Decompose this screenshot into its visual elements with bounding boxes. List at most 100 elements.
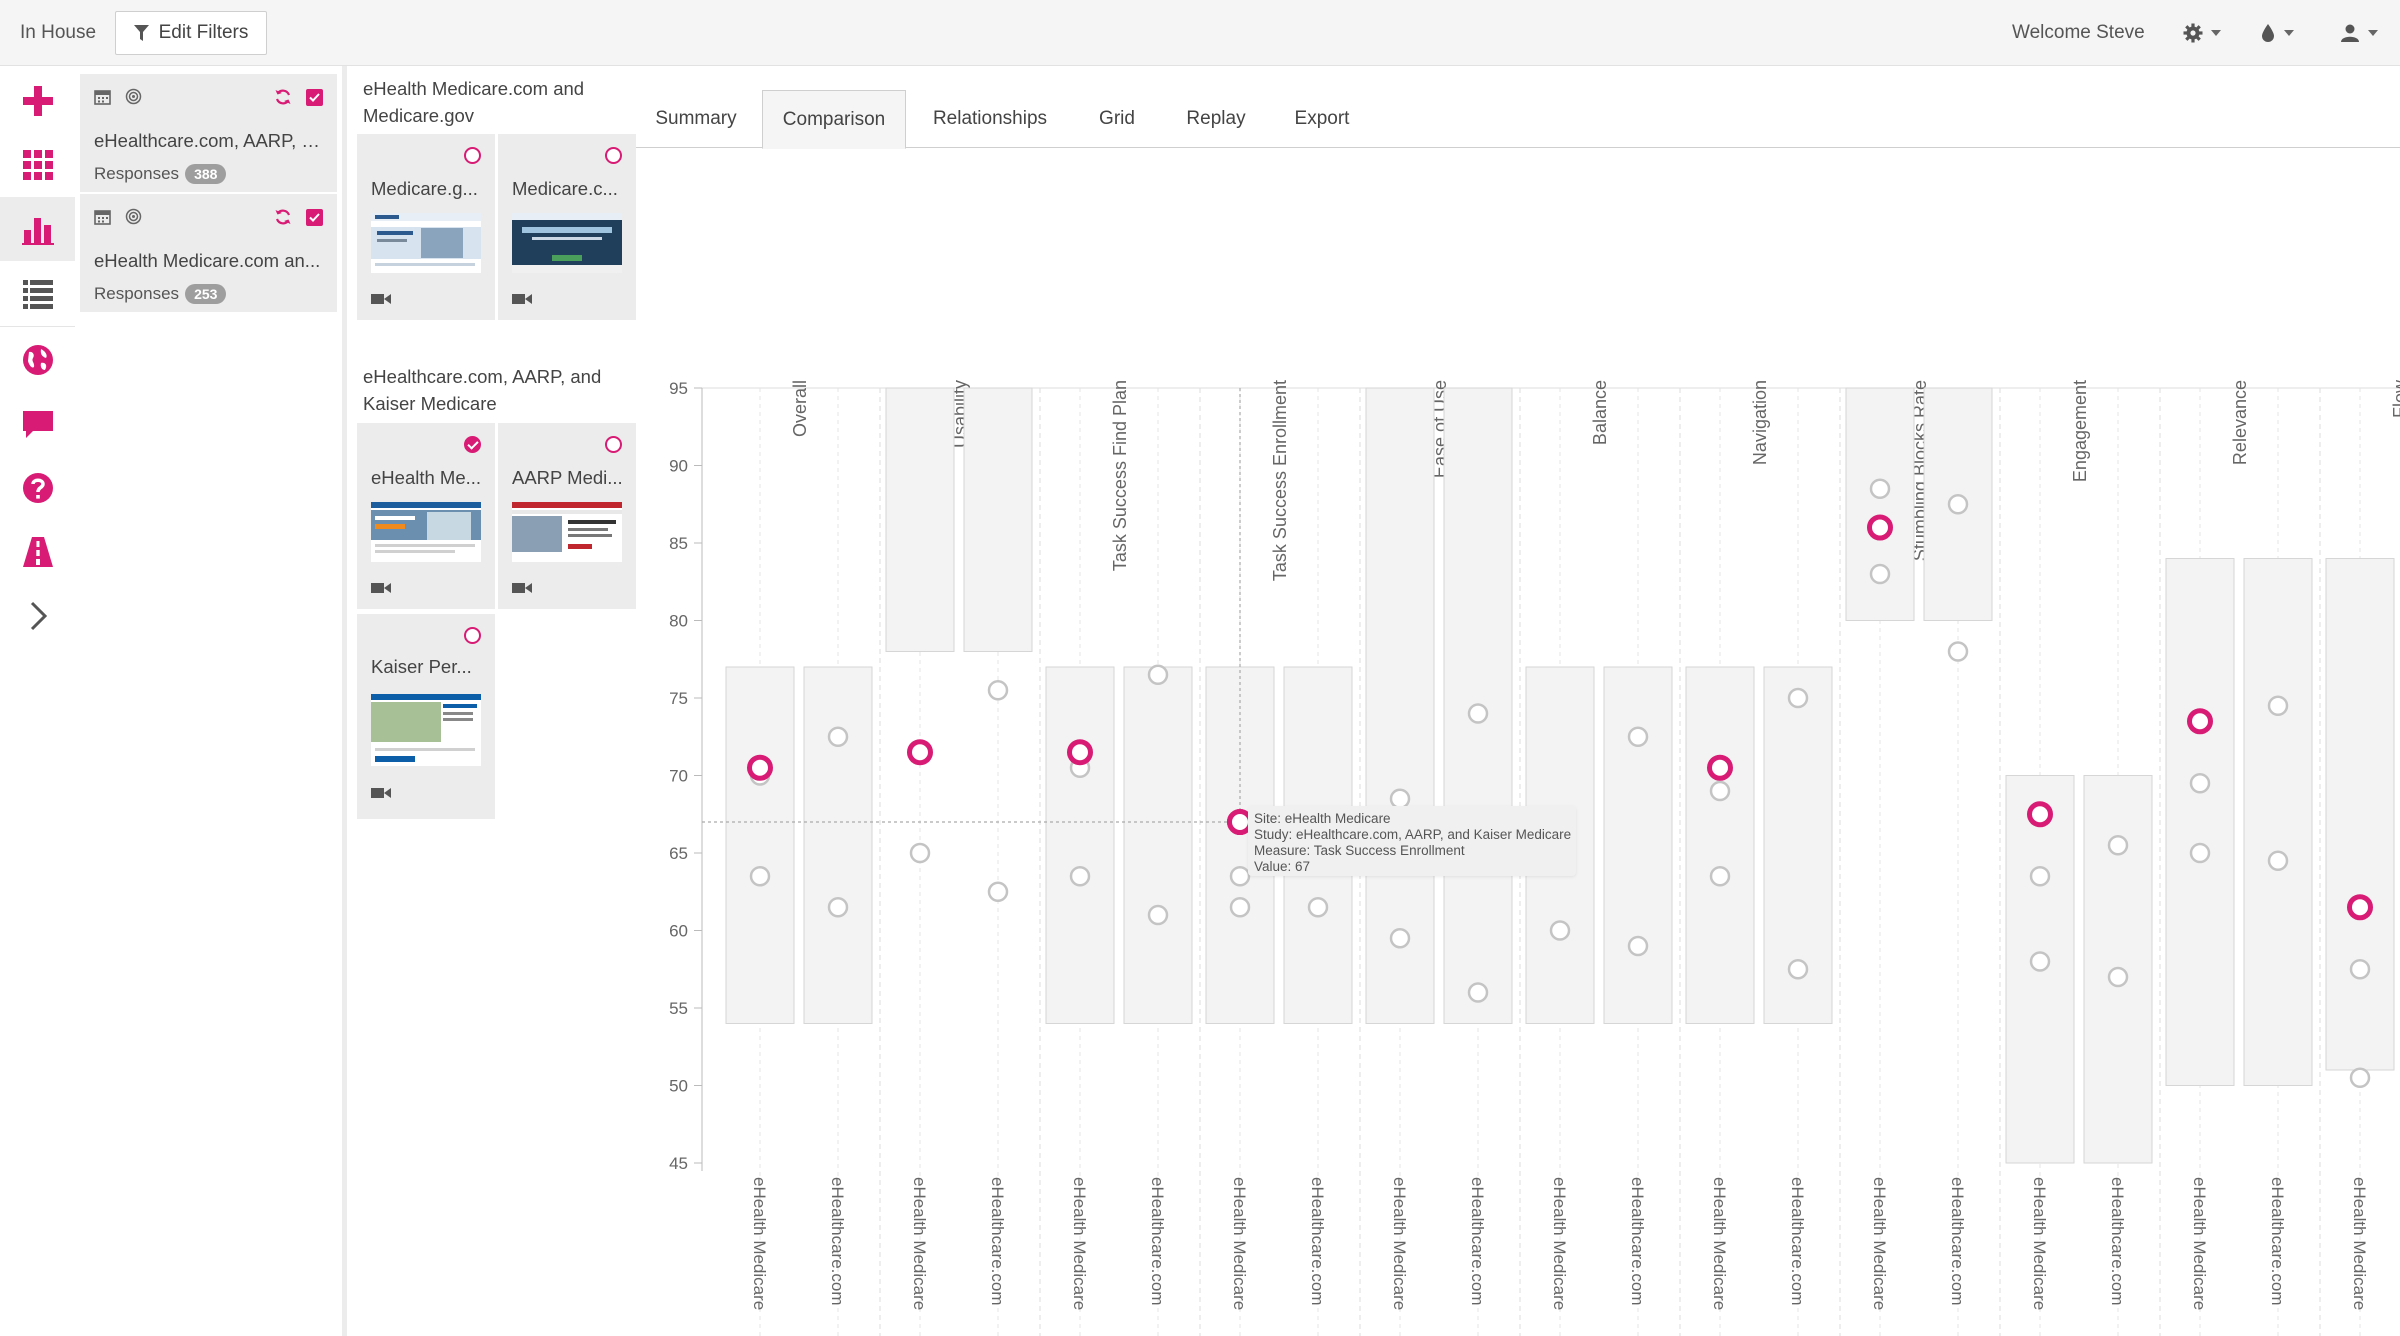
target-icon [125, 208, 142, 225]
data-point [2267, 695, 2289, 716]
data-point [1627, 935, 1649, 957]
data-point [1787, 959, 1809, 980]
data-point [1229, 897, 1251, 918]
tooltip-study: Study: eHealthcare.com, AARP, and Kaiser… [1254, 827, 1572, 842]
data-point [1467, 982, 1489, 1003]
calendar-icon [94, 90, 111, 105]
tab-replay[interactable]: Replay [1166, 90, 1266, 148]
highlight-point [2187, 708, 2213, 735]
data-point [2189, 773, 2211, 794]
column-label: eHealthcare.com [2268, 1177, 2287, 1306]
site-select-toggle[interactable] [605, 147, 622, 164]
column-label: eHealth Medicare [1710, 1177, 1729, 1310]
help-nav[interactable] [0, 456, 75, 520]
range-bar [2165, 558, 2235, 1086]
site-select-toggle[interactable] [464, 627, 481, 644]
video-camera-icon[interactable] [512, 581, 532, 595]
site-select-toggle[interactable] [605, 436, 622, 453]
tooltip-site: Site: eHealth Medicare [1254, 811, 1391, 826]
measure-label: Engagement [2070, 380, 2090, 482]
calendar-icon [94, 210, 111, 225]
video-camera-icon[interactable] [371, 292, 391, 306]
column-label: eHealth Medicare [2350, 1177, 2369, 1310]
view-tabs: Summary Comparison Relationships Grid Re… [636, 90, 2400, 149]
study-checkbox[interactable] [306, 88, 323, 106]
refresh-icon[interactable] [274, 208, 292, 226]
study-card[interactable]: eHealthcare.com, AARP, a... Responses 388 [80, 74, 337, 192]
caret-down-icon [2368, 30, 2378, 36]
video-camera-icon[interactable] [371, 581, 391, 595]
video-camera-icon[interactable] [371, 786, 391, 800]
site-card[interactable]: eHealth Me... [357, 423, 495, 609]
tooltip-measure: Measure: Task Success Enrollment [1254, 843, 1465, 858]
highlight-point [1867, 514, 1893, 541]
site-select-toggle[interactable] [464, 436, 481, 453]
tab-export[interactable]: Export [1272, 90, 1372, 148]
measure-label: Overall [790, 380, 810, 437]
road-icon [22, 537, 53, 567]
roadmap-nav[interactable] [0, 520, 75, 584]
data-point [1947, 494, 1969, 515]
study-card[interactable]: eHealth Medicare.com an... Responses 253 [80, 194, 337, 312]
sites-panel: eHealth Medicare.com and Medicare.gov Me… [352, 66, 636, 1336]
tab-relationships[interactable]: Relationships [912, 90, 1068, 148]
study-checkbox[interactable] [306, 208, 323, 226]
add-study-button[interactable] [0, 69, 75, 133]
add-icon [22, 86, 53, 116]
chart-tooltip: Site: eHealth Medicare Study: eHealthcar… [1248, 806, 1576, 876]
measure-label: Navigation [1750, 380, 1770, 465]
site-thumbnail [512, 213, 622, 273]
dashboard-nav[interactable] [0, 133, 75, 197]
theme-drop-icon [2262, 24, 2274, 42]
data-point [1467, 703, 1489, 724]
data-point [1069, 866, 1091, 887]
study-list-panel: eHealthcare.com, AARP, a... Responses 388… [75, 66, 347, 1336]
site-card[interactable]: Medicare.g... [357, 134, 495, 320]
y-tick-label: 75 [669, 689, 688, 708]
y-tick-label: 85 [669, 534, 688, 553]
column-label: eHealthcare.com [1628, 1177, 1647, 1306]
edit-filters-button[interactable]: Edit Filters [115, 11, 267, 55]
expand-nav-button[interactable] [0, 584, 75, 648]
site-card[interactable]: AARP Medi... [498, 423, 636, 609]
refresh-icon[interactable] [274, 88, 292, 106]
data-point [749, 866, 771, 887]
comparison-chart-svg: 95 90 85 80 75 70 65 60 55 50 45 Overall eHealth Med… [669, 379, 2400, 1336]
data-point [909, 842, 931, 864]
nav-rail [0, 66, 75, 1336]
data-point [2029, 866, 2051, 887]
data-point [2029, 951, 2051, 972]
video-camera-icon[interactable] [512, 292, 532, 306]
tab-comparison[interactable]: Comparison [762, 90, 906, 149]
user-dropdown[interactable] [2340, 20, 2378, 46]
responses-label: Responses [94, 164, 180, 183]
y-tick-label: 90 [669, 457, 688, 476]
column-label: eHealthcare.com [2108, 1177, 2127, 1306]
settings-dropdown[interactable] [2183, 20, 2221, 46]
site-group-title: eHealth Medicare.com and Medicare.gov [363, 78, 585, 126]
column-label: eHealth Medicare [2030, 1177, 2049, 1310]
column-label: eHealth Medicare [2190, 1177, 2209, 1310]
site-select-toggle[interactable] [464, 147, 481, 164]
measure-label: Balance [1590, 380, 1610, 445]
analytics-nav[interactable] [0, 197, 75, 261]
measure-label: Task Success Enrollment [1270, 380, 1290, 581]
data-point [1307, 897, 1329, 918]
data-point [987, 680, 1009, 701]
brand-label[interactable]: In House [20, 22, 96, 44]
column-label: eHealthcare.com [828, 1177, 847, 1306]
chevron-right-icon [30, 601, 47, 631]
site-card[interactable]: Kaiser Per... [357, 614, 495, 819]
data-point [2349, 959, 2371, 980]
tab-grid[interactable]: Grid [1074, 90, 1160, 148]
data-point [2189, 842, 2211, 864]
column-label: eHealth Medicare [910, 1177, 929, 1310]
tab-summary[interactable]: Summary [636, 90, 756, 148]
feedback-nav[interactable] [0, 392, 75, 456]
bar-chart-icon [21, 218, 54, 245]
column-label: eHealth Medicare [1230, 1177, 1249, 1310]
theme-dropdown[interactable] [2260, 20, 2294, 46]
site-card[interactable]: Medicare.c... [498, 134, 636, 320]
globe-nav[interactable] [0, 328, 75, 392]
list-nav[interactable] [0, 261, 75, 325]
